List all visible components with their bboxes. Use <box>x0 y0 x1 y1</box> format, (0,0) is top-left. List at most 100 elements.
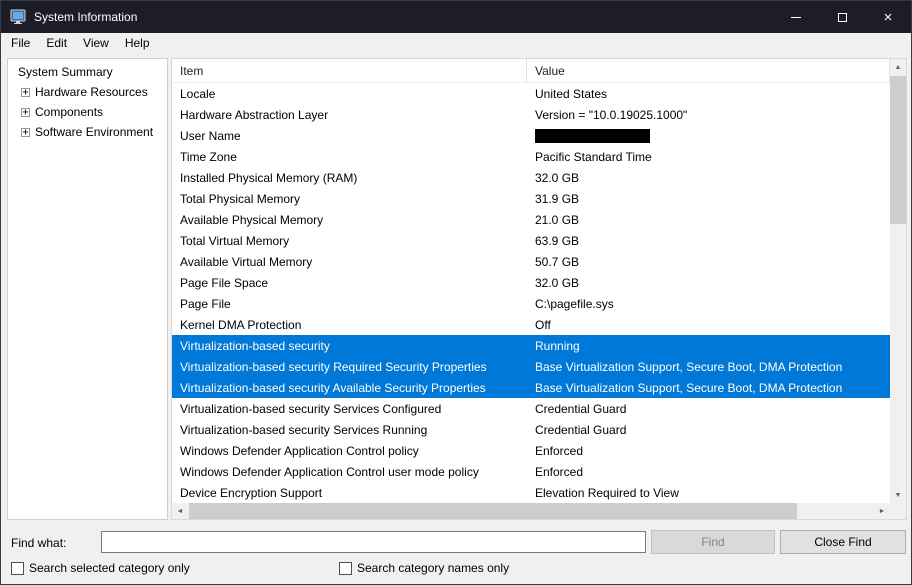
search-selected-category-checkbox[interactable] <box>11 562 24 575</box>
maximize-button[interactable] <box>819 1 865 33</box>
item-cell: Page File <box>172 297 527 311</box>
table-row[interactable]: Virtualization-based securityRunning <box>172 335 890 356</box>
window-title: System Information <box>34 10 137 24</box>
value-cell: Pacific Standard Time <box>527 150 890 164</box>
item-cell: Total Virtual Memory <box>172 234 527 248</box>
vertical-scrollbar-thumb[interactable] <box>890 76 906 224</box>
scroll-up-icon[interactable]: ▲ <box>890 59 906 75</box>
list-body: LocaleUnited StatesHardware Abstraction … <box>172 83 890 503</box>
table-row[interactable]: Time ZonePacific Standard Time <box>172 146 890 167</box>
close-icon: × <box>884 10 893 25</box>
tree-item-software-environment[interactable]: + Software Environment <box>8 122 167 142</box>
table-row[interactable]: Kernel DMA ProtectionOff <box>172 314 890 335</box>
menu-view[interactable]: View <box>75 33 117 54</box>
table-row[interactable]: Available Physical Memory21.0 GB <box>172 209 890 230</box>
table-row[interactable]: Windows Defender Application Control pol… <box>172 440 890 461</box>
item-cell: Windows Defender Application Control pol… <box>172 444 527 458</box>
table-row[interactable]: Virtualization-based security Services R… <box>172 419 890 440</box>
item-cell: Device Encryption Support <box>172 486 527 500</box>
search-selected-category-option: Search selected category only <box>11 561 190 575</box>
table-row[interactable]: Windows Defender Application Control use… <box>172 461 890 482</box>
main-area: System Summary + Hardware Resources + Compo… <box>1 54 911 584</box>
close-button[interactable]: × <box>865 1 911 33</box>
system-information-window: System Information × FileEditViewHelp Sy… <box>0 0 912 585</box>
search-category-names-label: Search category names only <box>357 561 509 575</box>
value-cell: 21.0 GB <box>527 213 890 227</box>
value-cell: Elevation Required to View <box>527 486 890 500</box>
value-cell: 32.0 GB <box>527 171 890 185</box>
value-cell: Off <box>527 318 890 332</box>
tree-item-components[interactable]: + Components <box>8 102 167 122</box>
table-row[interactable]: Page File Space32.0 GB <box>172 272 890 293</box>
value-cell: 63.9 GB <box>527 234 890 248</box>
find-input[interactable] <box>101 531 646 553</box>
item-cell: Hardware Abstraction Layer <box>172 108 527 122</box>
table-row[interactable]: LocaleUnited States <box>172 83 890 104</box>
item-cell: Kernel DMA Protection <box>172 318 527 332</box>
find-button[interactable]: Find <box>651 530 775 554</box>
column-header-item[interactable]: Item <box>172 59 527 82</box>
tree-item-system-summary[interactable]: System Summary <box>8 62 167 82</box>
tree-item-label: Components <box>35 105 103 119</box>
value-cell: Version = "10.0.19025.1000" <box>527 108 890 122</box>
item-cell: Virtualization-based security <box>172 339 527 353</box>
table-row[interactable]: Device Encryption SupportElevation Requi… <box>172 482 890 503</box>
menubar: FileEditViewHelp <box>1 33 911 54</box>
table-row[interactable]: Available Virtual Memory50.7 GB <box>172 251 890 272</box>
scroll-right-icon[interactable]: ► <box>874 503 890 519</box>
scroll-left-icon[interactable]: ◄ <box>172 503 188 519</box>
redacted-value <box>535 129 650 143</box>
table-row[interactable]: Virtualization-based security Services C… <box>172 398 890 419</box>
search-selected-category-label: Search selected category only <box>29 561 190 575</box>
value-cell: 32.0 GB <box>527 276 890 290</box>
item-cell: Installed Physical Memory (RAM) <box>172 171 527 185</box>
table-row[interactable]: Hardware Abstraction LayerVersion = "10.… <box>172 104 890 125</box>
menu-help[interactable]: Help <box>117 33 158 54</box>
close-find-button[interactable]: Close Find <box>780 530 906 554</box>
item-cell: Page File Space <box>172 276 527 290</box>
tree-item-label: Software Environment <box>35 125 153 139</box>
value-cell: Running <box>527 339 890 353</box>
find-what-label: Find what: <box>11 536 66 550</box>
expand-icon[interactable]: + <box>21 128 30 137</box>
expand-icon[interactable]: + <box>21 88 30 97</box>
scroll-down-icon[interactable]: ▼ <box>890 487 906 503</box>
item-cell: User Name <box>172 129 527 143</box>
minimize-icon <box>791 17 801 18</box>
tree-item-hardware-resources[interactable]: + Hardware Resources <box>8 82 167 102</box>
list-header: Item Value <box>172 59 890 83</box>
value-cell: Enforced <box>527 465 890 479</box>
horizontal-scrollbar-thumb[interactable] <box>189 503 797 519</box>
menu-edit[interactable]: Edit <box>38 33 75 54</box>
item-cell: Virtualization-based security Services R… <box>172 423 527 437</box>
value-cell: Credential Guard <box>527 402 890 416</box>
table-row[interactable]: User Name <box>172 125 890 146</box>
table-row[interactable]: Virtualization-based security Available … <box>172 377 890 398</box>
horizontal-scrollbar[interactable]: ◄ ► <box>172 503 890 519</box>
menu-file[interactable]: File <box>3 33 38 54</box>
item-cell: Virtualization-based security Required S… <box>172 360 527 374</box>
value-cell: United States <box>527 87 890 101</box>
vertical-scrollbar[interactable]: ▲ ▼ <box>890 59 906 503</box>
column-header-value[interactable]: Value <box>527 59 890 82</box>
maximize-icon <box>838 13 847 22</box>
value-cell <box>527 128 890 143</box>
table-row[interactable]: Installed Physical Memory (RAM)32.0 GB <box>172 167 890 188</box>
table-row[interactable]: Total Virtual Memory63.9 GB <box>172 230 890 251</box>
value-cell: Base Virtualization Support, Secure Boot… <box>527 381 890 395</box>
table-row[interactable]: Virtualization-based security Required S… <box>172 356 890 377</box>
scrollbar-corner <box>890 503 906 519</box>
minimize-button[interactable] <box>773 1 819 33</box>
table-row[interactable]: Page FileC:\pagefile.sys <box>172 293 890 314</box>
table-row[interactable]: Total Physical Memory31.9 GB <box>172 188 890 209</box>
expand-icon[interactable]: + <box>21 108 30 117</box>
item-cell: Available Virtual Memory <box>172 255 527 269</box>
value-cell: Base Virtualization Support, Secure Boot… <box>527 360 890 374</box>
search-category-names-checkbox[interactable] <box>339 562 352 575</box>
item-cell: Total Physical Memory <box>172 192 527 206</box>
value-cell: Credential Guard <box>527 423 890 437</box>
info-list: Item Value LocaleUnited StatesHardware A… <box>171 58 907 520</box>
value-cell: 50.7 GB <box>527 255 890 269</box>
tree-item-label: Hardware Resources <box>35 85 148 99</box>
search-options-row: Search selected category only Search cat… <box>1 561 911 581</box>
